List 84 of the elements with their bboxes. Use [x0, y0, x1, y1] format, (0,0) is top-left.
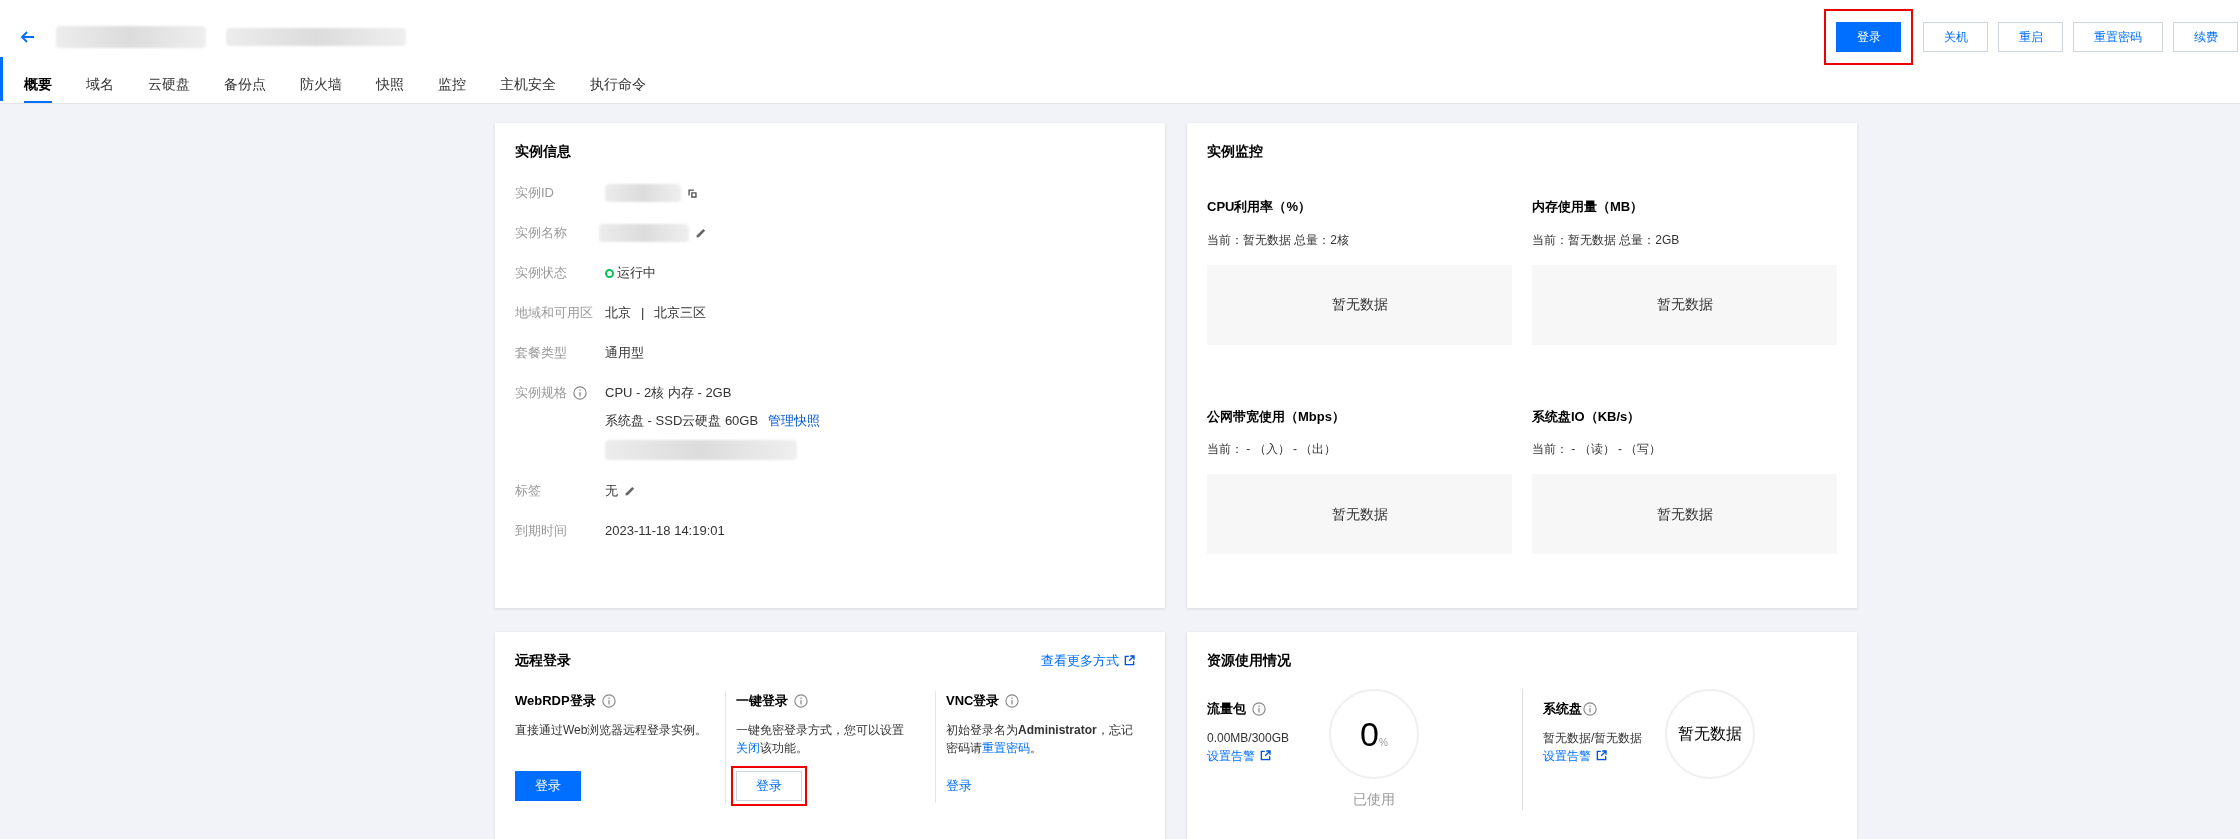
set-alarm-link[interactable]: 设置告警: [1543, 746, 1653, 765]
login-button[interactable]: 登录: [515, 770, 581, 801]
chart-current-value: 当前：暂无数据 总量：2GB: [1532, 231, 1681, 249]
card-title: 远程登录: [515, 651, 571, 670]
info-value: 通用型: [605, 344, 644, 362]
info-icon[interactable]: [573, 386, 587, 400]
card-title: 实例监控: [1207, 142, 1264, 161]
chart-title: 系统盘IO（KB/s）: [1532, 407, 1642, 426]
chart-current-value: 当前：暂无数据 总量：2核: [1207, 231, 1350, 249]
info-value: CPU - 2核 内存 - 2GB: [605, 384, 732, 402]
info-value: |: [641, 304, 645, 322]
resource-amount: 暂无数据/暂无数据: [1543, 729, 1644, 747]
login-button[interactable]: 登录: [736, 770, 802, 801]
method-description: 初始登录名为Administrator，忘记密码请重置密码。: [946, 721, 1134, 757]
header-action-button[interactable]: 重启: [1998, 21, 2063, 52]
gauge-unit: %: [1379, 736, 1388, 750]
header-action-button[interactable]: 重置密码: [2073, 21, 2163, 52]
method-description: 直接通过Web浏览器远程登录实例。: [515, 721, 709, 739]
chart-title: 内存使用量（MB）: [1532, 198, 1645, 216]
tab[interactable]: 主机安全: [500, 74, 556, 103]
edit-icon[interactable]: [695, 227, 707, 239]
card-title: 实例信息: [515, 142, 572, 161]
active-indicator: [0, 57, 3, 102]
info-icon[interactable]: [1583, 701, 1597, 716]
chart-title: CPU利用率（%）: [1207, 198, 1312, 216]
tab[interactable]: 云硬盘: [148, 74, 190, 103]
resource-title: 系统盘: [1543, 700, 1582, 718]
info-icon[interactable]: [601, 693, 616, 708]
info-value: 北京: [605, 304, 631, 322]
info-label: 套餐类型: [515, 344, 567, 362]
resource-amount: 0.00MB/300GB: [1207, 729, 1291, 747]
info-icon[interactable]: [794, 693, 808, 708]
info-icon[interactable]: [1252, 701, 1266, 716]
method-title: WebRDP登录: [515, 692, 596, 710]
empty-chart-area: 暂无数据: [1532, 474, 1837, 554]
info-value: 无: [605, 482, 618, 500]
info-icon[interactable]: [1005, 693, 1020, 708]
header-action-button[interactable]: 续费: [2173, 21, 2238, 52]
gauge-value: 0: [1360, 717, 1379, 751]
tab[interactable]: 执行命令: [590, 74, 646, 103]
tab[interactable]: 备份点: [224, 74, 266, 103]
tab[interactable]: 概要: [24, 74, 52, 103]
tab[interactable]: 域名: [86, 74, 114, 103]
back-arrow-icon[interactable]: [20, 28, 36, 45]
header-action-button[interactable]: 登录: [1836, 21, 1901, 52]
tab[interactable]: 防火墙: [300, 74, 342, 103]
manage-snapshots-link[interactable]: 管理快照: [768, 412, 821, 430]
method-title: VNC登录: [946, 692, 1000, 710]
info-label: 实例ID: [515, 184, 554, 202]
info-label: 标签: [515, 482, 541, 500]
edit-icon[interactable]: [624, 485, 636, 497]
external-link-icon[interactable]: [1596, 750, 1607, 761]
copy-icon[interactable]: [687, 187, 698, 199]
info-label: 实例名称: [515, 224, 567, 242]
inline-link[interactable]: 关闭: [736, 740, 760, 755]
info-value: 系统盘 - SSD云硬盘 60GB: [605, 412, 759, 430]
external-link-icon[interactable]: [1124, 655, 1135, 666]
chart-title: 公网带宽使用（Mbps）: [1207, 407, 1346, 426]
chart-current-value: 当前： - （读） - （写）: [1532, 441, 1663, 458]
usage-gauge: 暂无数据: [1665, 689, 1755, 779]
info-label: 到期时间: [515, 522, 567, 540]
info-value: 运行中: [617, 264, 656, 282]
empty-chart-area: 暂无数据: [1207, 264, 1512, 345]
more-methods-link[interactable]: 查看更多方式: [1041, 650, 1135, 671]
tab[interactable]: 快照: [376, 74, 404, 103]
empty-chart-area: 暂无数据: [1207, 474, 1512, 554]
info-label: 实例规格: [515, 384, 567, 402]
set-alarm-link[interactable]: 设置告警: [1207, 746, 1317, 765]
tab[interactable]: 监控: [438, 74, 466, 103]
info-value: 北京三区: [654, 304, 707, 322]
login-link[interactable]: 登录: [946, 770, 972, 801]
gauge-caption: 已使用: [1353, 790, 1395, 809]
info-label: 实例状态: [515, 264, 567, 282]
info-label: 地域和可用区: [515, 304, 593, 322]
method-title: 一键登录: [736, 692, 788, 710]
card-title: 资源使用情况: [1207, 651, 1292, 670]
resource-title: 流量包: [1207, 700, 1246, 718]
external-link-icon[interactable]: [1260, 750, 1271, 761]
empty-chart-area: 暂无数据: [1532, 264, 1837, 345]
chart-current-value: 当前： - （入） - （出）: [1207, 441, 1338, 458]
inline-link[interactable]: 重置密码: [982, 740, 1030, 755]
header-action-button[interactable]: 关机: [1923, 21, 1988, 52]
info-value: 2023-11-18 14:19:01: [605, 522, 725, 540]
method-description: 一键免密登录方式，您可以设置 关闭该功能。: [736, 721, 905, 757]
